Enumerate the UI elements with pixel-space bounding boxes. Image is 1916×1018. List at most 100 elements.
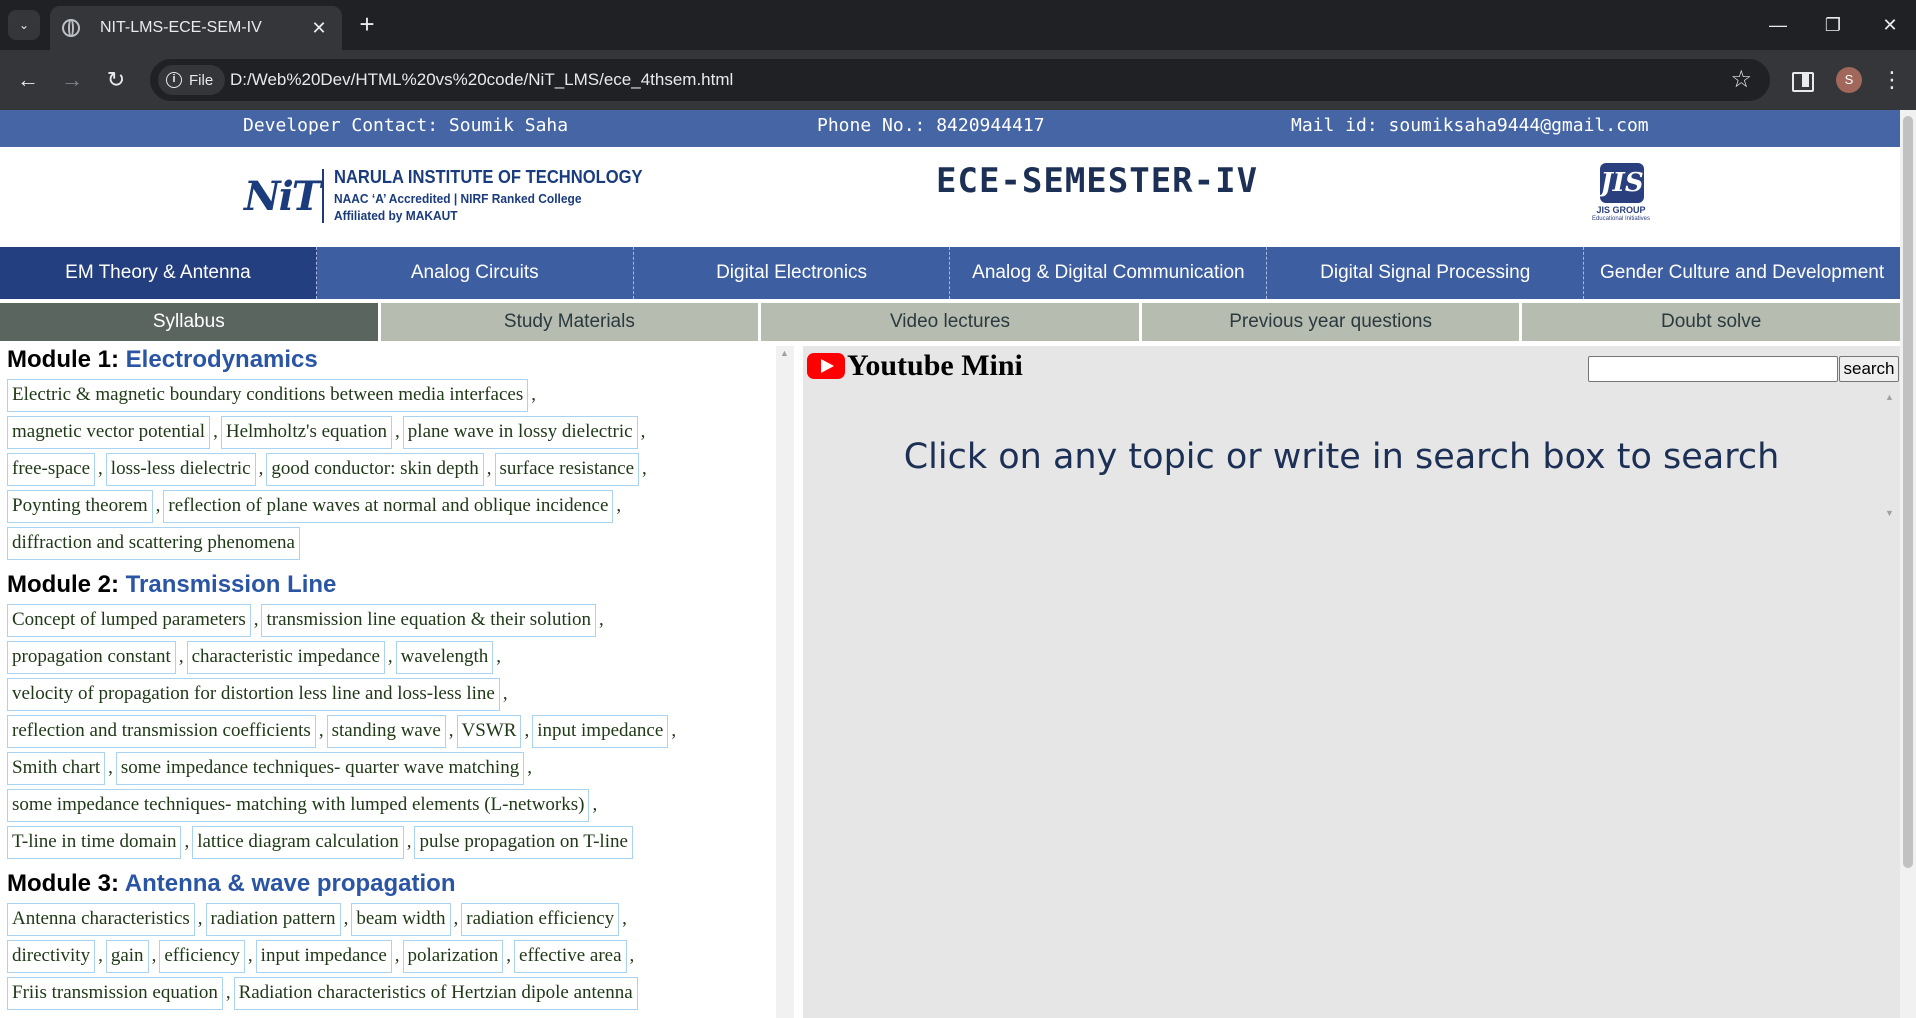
- page-scroll-thumb[interactable]: [1903, 116, 1913, 868]
- tab-previous-year-questions[interactable]: Previous year questions: [1141, 303, 1520, 341]
- subject-tab-dsp[interactable]: Digital Signal Processing: [1267, 247, 1585, 299]
- topic-link[interactable]: T-line in time domain: [7, 826, 182, 859]
- topic-line: velocity of propagation for distortion l…: [7, 675, 770, 712]
- topic-link[interactable]: Helmholtz's equation: [220, 416, 393, 449]
- youtube-mini-panel: Youtube Mini search Click on any topic o…: [803, 346, 1900, 1018]
- tab-study-materials[interactable]: Study Materials: [380, 303, 759, 341]
- scroll-up-icon[interactable]: ▲: [1885, 392, 1894, 402]
- close-icon[interactable]: ✕: [308, 18, 330, 39]
- topic-link[interactable]: free-space: [7, 453, 96, 486]
- topic-separator: ,: [496, 646, 501, 667]
- topic-link[interactable]: effective area: [514, 940, 627, 973]
- topic-link[interactable]: input impedance: [255, 940, 392, 973]
- topic-separator: ,: [155, 495, 161, 516]
- topic-link[interactable]: wavelength: [395, 641, 494, 674]
- subject-tab-em-theory[interactable]: EM Theory & Antenna: [0, 247, 317, 299]
- reload-icon[interactable]: ↻: [100, 64, 132, 96]
- address-bar[interactable]: i File D:/Web%20Dev/HTML%20vs%20code/NiT…: [150, 59, 1770, 101]
- topic-link[interactable]: diffraction and scattering phenomena: [7, 527, 300, 560]
- topic-line: reflection and transmission coefficients…: [7, 712, 770, 749]
- topic-link[interactable]: reflection and transmission coefficients: [7, 715, 316, 748]
- topic-link[interactable]: efficiency: [159, 940, 245, 973]
- topic-link[interactable]: VSWR: [456, 715, 522, 748]
- plus-icon[interactable]: +: [352, 10, 382, 40]
- subject-tab-analog-circuits[interactable]: Analog Circuits: [316, 247, 634, 299]
- topic-link[interactable]: transmission line equation & their solut…: [261, 604, 597, 637]
- forward-icon[interactable]: →: [56, 64, 88, 96]
- tab-list-icon[interactable]: ⌄: [8, 10, 40, 40]
- topic-link[interactable]: magnetic vector potential: [7, 416, 211, 449]
- topic-separator: ,: [98, 945, 103, 966]
- subject-tab-digital-electronics[interactable]: Digital Electronics: [633, 247, 951, 299]
- browser-tab[interactable]: NIT-LMS-ECE-SEM-IV ✕: [50, 6, 342, 50]
- menu-icon[interactable]: ⋮: [1880, 64, 1904, 96]
- scroll-down-icon[interactable]: ▼: [1885, 508, 1894, 518]
- topic-link[interactable]: some impedance techniques- matching with…: [7, 789, 590, 822]
- subject-tab-communication[interactable]: Analog & Digital Communication: [950, 247, 1268, 299]
- topic-link[interactable]: beam width: [351, 903, 451, 936]
- module-name: Antenna & wave propagation: [124, 870, 456, 897]
- close-window-icon[interactable]: ✕: [1870, 10, 1910, 40]
- side-panel-icon[interactable]: [1788, 64, 1814, 96]
- topic-link[interactable]: plane wave in lossy dielectric: [402, 416, 638, 449]
- topic-link[interactable]: Concept of lumped parameters: [7, 604, 251, 637]
- topic-link[interactable]: gain: [105, 940, 149, 973]
- restore-icon[interactable]: ❐: [1813, 10, 1853, 40]
- topic-link[interactable]: loss-less dielectric: [105, 453, 256, 486]
- jis-group-text: JIS GROUP: [1596, 205, 1646, 215]
- avatar[interactable]: S: [1836, 67, 1862, 93]
- topic-separator: ,: [502, 683, 508, 704]
- topic-link[interactable]: radiation pattern: [205, 903, 341, 936]
- search-button[interactable]: search: [1839, 356, 1899, 382]
- tab-syllabus[interactable]: Syllabus: [0, 303, 378, 341]
- star-icon[interactable]: ☆: [1730, 65, 1752, 94]
- page-scrollbar[interactable]: [1900, 110, 1916, 1018]
- module-name: Electrodynamics: [125, 346, 318, 373]
- web-page: Developer Contact: Soumik Saha Phone No.…: [0, 110, 1900, 1018]
- results-scrollbar[interactable]: ▲ ▼: [1880, 388, 1898, 522]
- topic-link[interactable]: Poynting theorem: [7, 490, 153, 523]
- module-label: Module 1:: [7, 346, 119, 373]
- browser-toolbar: ← → ↻ i File D:/Web%20Dev/HTML%20vs%20co…: [0, 50, 1916, 110]
- search-input[interactable]: [1588, 356, 1838, 382]
- topic-link[interactable]: Electric & magnetic boundary conditions …: [7, 379, 529, 412]
- section-nav: Syllabus Study Materials Video lectures …: [0, 303, 1900, 341]
- topic-line: Smith chart, some impedance techniques- q…: [7, 749, 770, 786]
- topic-link[interactable]: pulse propagation on T-line: [414, 826, 633, 859]
- topic-link[interactable]: standing wave: [326, 715, 446, 748]
- topic-link[interactable]: lattice diagram calculation: [192, 826, 404, 859]
- back-icon[interactable]: ←: [12, 64, 44, 96]
- scroll-up-icon[interactable]: ▲: [780, 348, 789, 358]
- topic-separator: ,: [448, 720, 454, 741]
- site-info-chip[interactable]: i File: [158, 65, 226, 95]
- topic-link[interactable]: Radiation characteristics of Hertzian di…: [233, 977, 638, 1010]
- module-heading: Module 3: Antenna & wave propagation: [7, 870, 770, 898]
- syllabus-scrollbar[interactable]: ▲: [776, 346, 794, 1018]
- topic-link[interactable]: propagation constant: [7, 641, 176, 674]
- topic-link[interactable]: surface resistance: [494, 453, 640, 486]
- topic-link[interactable]: Friis transmission equation: [7, 977, 223, 1010]
- topic-link[interactable]: polarization: [402, 940, 504, 973]
- topic-separator: ,: [642, 458, 647, 479]
- subject-tab-gender-culture[interactable]: Gender Culture and Development: [1584, 247, 1900, 299]
- topic-link[interactable]: Smith chart: [7, 752, 106, 785]
- topic-separator: ,: [253, 609, 259, 630]
- url-text[interactable]: D:/Web%20Dev/HTML%20vs%20code/NiT_LMS/ec…: [230, 70, 733, 90]
- topic-link[interactable]: good conductor: skin depth: [266, 453, 484, 486]
- topic-link[interactable]: Antenna characteristics: [7, 903, 195, 936]
- topic-link[interactable]: input impedance: [532, 715, 669, 748]
- topic-separator: ,: [599, 609, 604, 630]
- module-name: Transmission Line: [125, 571, 337, 598]
- minimize-icon[interactable]: —: [1758, 10, 1798, 40]
- topic-separator: ,: [98, 458, 103, 479]
- topic-link[interactable]: directivity: [7, 940, 96, 973]
- tab-doubt-solve[interactable]: Doubt solve: [1522, 303, 1900, 341]
- topic-link[interactable]: velocity of propagation for distortion l…: [7, 678, 500, 711]
- topic-link[interactable]: characteristic impedance: [186, 641, 385, 674]
- tab-video-lectures[interactable]: Video lectures: [761, 303, 1139, 341]
- topic-separator: ,: [343, 908, 349, 929]
- page-header: NiT NARULA INSTITUTE OF TECHNOLOGY NAAC …: [0, 147, 1900, 247]
- topic-link[interactable]: radiation efficiency: [461, 903, 620, 936]
- topic-link[interactable]: reflection of plane waves at normal and …: [163, 490, 614, 523]
- topic-link[interactable]: some impedance techniques- quarter wave …: [115, 752, 525, 785]
